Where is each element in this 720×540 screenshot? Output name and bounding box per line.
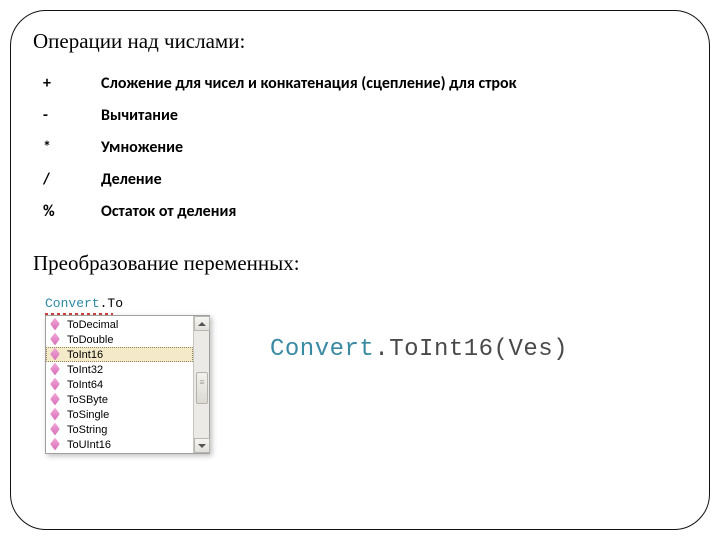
slide-frame: Операции над числами: + Сложение для чис… (10, 10, 710, 530)
heading-operations: Операции над числами: (33, 29, 687, 54)
token-plain: .ToInt16(Ves) (374, 336, 568, 363)
scrollbar[interactable] (193, 316, 209, 453)
scrollbar-track[interactable] (194, 331, 209, 438)
intellisense-item-label: ToInt32 (67, 364, 103, 376)
op-description: Остаток от деления (101, 202, 236, 221)
token-type: Convert (270, 336, 374, 363)
intellisense-item-label: ToDouble (67, 334, 113, 346)
intellisense-item-label: ToInt16 (67, 349, 103, 361)
op-symbol: + (43, 74, 101, 93)
intellisense-item-label: ToSByte (67, 394, 108, 406)
op-symbol: % (43, 202, 101, 221)
intellisense-item-label: ToInt64 (67, 379, 103, 391)
intellisense-item-label: ToDecimal (67, 319, 118, 331)
op-description: Деление (101, 170, 162, 189)
intellisense-item[interactable]: ToDecimal (46, 317, 193, 332)
op-row: - Вычитание (43, 106, 687, 125)
intellisense-item[interactable]: ToString (46, 422, 193, 437)
code-large: Convert.ToInt16(Ves) (270, 336, 568, 363)
scrollbar-down-button[interactable] (194, 438, 210, 453)
chevron-up-icon (198, 322, 206, 326)
method-icon (49, 439, 63, 450)
intellisense-item[interactable]: ToInt64 (46, 377, 193, 392)
operations-table: + Сложение для чисел и конкатенация (сце… (43, 74, 687, 221)
op-description: Умножение (101, 138, 183, 157)
method-icon (49, 319, 63, 330)
op-description: Вычитание (101, 106, 178, 125)
intellisense-item-label: ToString (67, 424, 107, 436)
method-icon (49, 409, 63, 420)
intellisense-list[interactable]: ToDecimal ToDouble ToInt16 ToInt32 (46, 316, 193, 453)
scrollbar-up-button[interactable] (194, 316, 210, 331)
op-row: / Деление (43, 170, 687, 189)
intellisense-item-label: ToUInt16 (67, 439, 111, 451)
heading-conversion: Преобразование переменных: (33, 251, 687, 276)
intellisense-item[interactable]: ToDouble (46, 332, 193, 347)
method-icon (49, 349, 63, 360)
op-symbol: - (43, 106, 101, 125)
method-icon (49, 424, 63, 435)
op-row: % Остаток от деления (43, 202, 687, 221)
intellisense-item[interactable]: ToUInt16 (46, 437, 193, 452)
intellisense-item-label: ToSingle (67, 409, 109, 421)
op-row: + Сложение для чисел и конкатенация (сце… (43, 74, 687, 93)
intellisense-popup[interactable]: ToDecimal ToDouble ToInt16 ToInt32 (45, 315, 210, 454)
intellisense-block: Convert.To ToDecimal ToDouble (45, 296, 210, 454)
intellisense-item[interactable]: ToInt32 (46, 362, 193, 377)
code-snippet: Convert.To (45, 296, 210, 311)
intellisense-item-selected[interactable]: ToInt16 (46, 347, 193, 362)
intellisense-item[interactable]: ToSingle (46, 407, 193, 422)
bottom-panel: Convert.To ToDecimal ToDouble (33, 296, 687, 454)
token-type: Convert (45, 296, 100, 311)
token-plain: .To (100, 296, 123, 311)
intellisense-item[interactable]: ToSByte (46, 392, 193, 407)
method-icon (49, 334, 63, 345)
chevron-down-icon (198, 444, 206, 448)
op-description: Сложение для чисел и конкатенация (сцепл… (101, 74, 517, 93)
method-icon (49, 364, 63, 375)
op-symbol: * (43, 138, 101, 157)
method-icon (49, 394, 63, 405)
scrollbar-thumb[interactable] (196, 372, 208, 404)
op-symbol: / (43, 170, 101, 189)
method-icon (49, 379, 63, 390)
op-row: * Умножение (43, 138, 687, 157)
